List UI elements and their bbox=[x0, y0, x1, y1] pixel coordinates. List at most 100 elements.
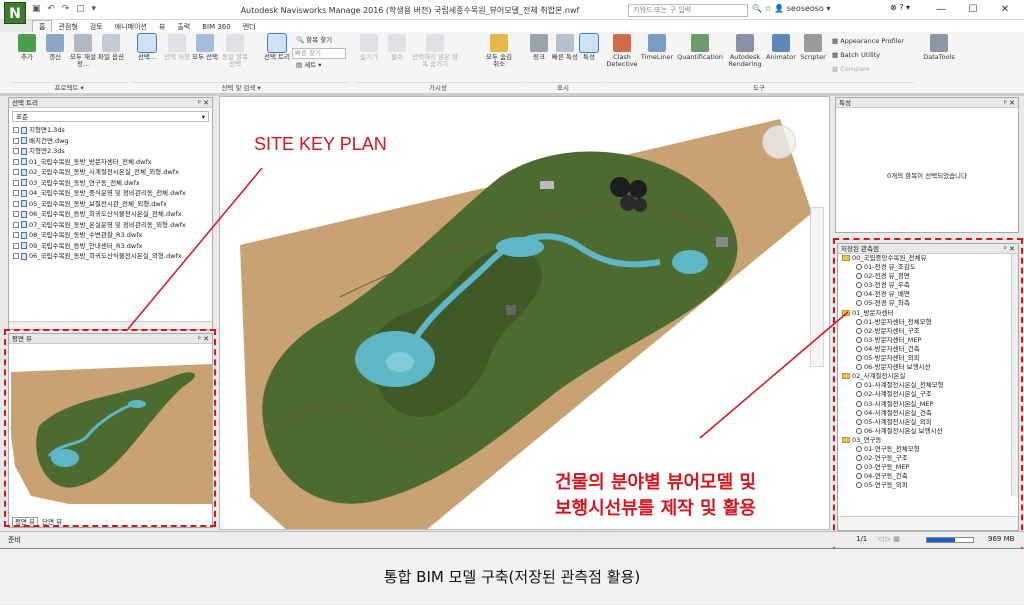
datatools-icon bbox=[930, 34, 948, 52]
tree-item[interactable]: 06_국립수목원_동방_희귀도산식물전시온실_전체.dwfx bbox=[9, 209, 212, 220]
close-icon[interactable]: ᵖ ✕ bbox=[1004, 98, 1015, 108]
quick-find-input[interactable]: 빠른 찾기 bbox=[292, 48, 346, 59]
file-icon bbox=[21, 137, 27, 144]
tree-item[interactable]: 02_국립수목원_동방_사계절전시온실_전체_외형.dwfx bbox=[9, 167, 212, 178]
rendering-icon bbox=[736, 34, 754, 52]
links-button[interactable]: 링크 bbox=[526, 34, 552, 61]
help-icon[interactable]: ? bbox=[899, 3, 903, 12]
maximize-button[interactable]: ☐ bbox=[958, 2, 988, 18]
appearance-profiler-button[interactable]: ▦ Appearance Profiler bbox=[832, 37, 904, 46]
require-button[interactable]: 필수 bbox=[384, 34, 410, 61]
tree-item[interactable]: 05_국립수목원_동방_보절전시관_전체_외형.dwfx bbox=[9, 199, 212, 210]
file-icon bbox=[21, 242, 27, 249]
scripter-button[interactable]: Scripter bbox=[798, 34, 828, 61]
search-icon[interactable]: 🔍 bbox=[752, 4, 762, 13]
tree-item[interactable]: 07_국립수목원_동방_온실운영 및 정비관리동_외형.dwfx bbox=[9, 220, 212, 231]
tree-item[interactable]: 01_국립수목원_동방_방문자센터_전체.dwfx bbox=[9, 157, 212, 168]
file-icon bbox=[21, 200, 27, 207]
autodesk-rendering-button[interactable]: Autodesk Rendering bbox=[726, 34, 764, 68]
help-area[interactable]: ⊗ ? ▾ bbox=[890, 3, 910, 12]
properties-empty-message: 0개의 항목이 선택되었습니다 bbox=[886, 172, 968, 180]
group-select-search[interactable]: 선택 및 검색 ▾ bbox=[132, 82, 350, 92]
refresh-button[interactable]: 갱신 bbox=[42, 34, 68, 61]
exchange-icon[interactable]: ⊗ bbox=[890, 3, 897, 12]
batch-utility-button[interactable]: ▦ Batch Utility bbox=[832, 51, 880, 60]
expand-icon[interactable] bbox=[13, 179, 19, 186]
compare-button[interactable]: ▦ Compare bbox=[832, 65, 870, 74]
search-input[interactable]: 키워드 또는 구 입력 bbox=[628, 4, 748, 17]
select-button[interactable]: 선택... bbox=[134, 33, 160, 61]
select-same-button[interactable]: 동일 항목 선택 bbox=[222, 34, 248, 68]
site-model-render[interactable] bbox=[220, 97, 830, 530]
timeliner-button[interactable]: TimeLiner bbox=[640, 34, 674, 61]
tree-item[interactable]: 지형면2.3ds bbox=[9, 146, 212, 157]
clash-icon bbox=[613, 34, 631, 52]
tree-item[interactable]: 06_국립수목원_동방_희귀도산식물전시온실_외형.dwfx bbox=[9, 251, 212, 262]
group-tools: 도구 bbox=[604, 82, 914, 92]
username[interactable]: seoseoso bbox=[787, 4, 824, 13]
sheet-nav-icons[interactable]: ◁ ▷ ▦ bbox=[878, 535, 900, 543]
group-visibility: 가시성 bbox=[354, 82, 522, 92]
hide-unselected-button[interactable]: 선택하지 않은 항목 숨기기 bbox=[412, 34, 458, 68]
group-project[interactable]: 프로젝트 ▾ bbox=[10, 82, 128, 92]
tree-item[interactable]: 지형면1.3ds bbox=[9, 125, 212, 136]
expand-icon[interactable] bbox=[13, 148, 19, 154]
properties-panel: 특성 ᵖ ✕ 0개의 항목이 선택되었습니다 bbox=[835, 97, 1019, 233]
save-selection-button[interactable]: 선택 저장 bbox=[164, 34, 190, 61]
horizontal-scrollbar[interactable] bbox=[9, 321, 212, 329]
group-display: 표시 bbox=[524, 82, 602, 92]
expand-icon[interactable] bbox=[13, 211, 19, 217]
animator-button[interactable]: Animator bbox=[764, 34, 798, 61]
expand-icon[interactable] bbox=[13, 127, 19, 133]
refresh-icon bbox=[46, 34, 64, 52]
tree-item[interactable]: 04_국립수목원_동방_중식운영 및 정비관리동_전체.dwfx bbox=[9, 188, 212, 199]
3d-viewport[interactable] bbox=[219, 96, 830, 530]
expand-icon[interactable] bbox=[13, 232, 19, 238]
site-key-plan-label: SITE KEY PLAN bbox=[254, 134, 387, 154]
file-icon bbox=[21, 231, 27, 239]
file-options-icon bbox=[102, 34, 120, 52]
tree-item[interactable]: 배치건면.dwg bbox=[9, 136, 212, 147]
user-area[interactable]: 🔍 ☆ 👤 seoseoso ▾ bbox=[752, 4, 830, 13]
expand-icon[interactable] bbox=[13, 242, 19, 249]
datatools-button[interactable]: DataTools bbox=[922, 34, 956, 61]
expand-icon[interactable] bbox=[13, 137, 19, 144]
quick-properties-button[interactable]: 빠른 특성 bbox=[552, 34, 578, 61]
find-items-button[interactable]: 🔍 항목 찾기 bbox=[296, 36, 332, 45]
close-icon[interactable]: ᵖ ✕ bbox=[198, 98, 209, 108]
tree-item[interactable]: 09_국립수목원_동방_안내센터_R3.dwfx bbox=[9, 241, 212, 252]
close-button[interactable]: ✕ bbox=[990, 2, 1020, 18]
clash-detective-button[interactable]: Clash Detective bbox=[606, 34, 638, 68]
reset-all-button[interactable]: 모두 재설정... bbox=[70, 34, 96, 68]
annotation-line-2: 보행시선뷰를 제작 및 활용 bbox=[555, 498, 756, 519]
viewcube[interactable] bbox=[762, 125, 796, 159]
expand-icon[interactable] bbox=[13, 169, 19, 175]
append-button[interactable]: 추가 bbox=[14, 34, 40, 61]
selection-tree-button[interactable]: 선택 트리 bbox=[264, 33, 290, 61]
properties-button[interactable]: 특성 bbox=[576, 33, 602, 61]
unhide-all-button[interactable]: 모두 숨김 취소 bbox=[482, 34, 516, 68]
animator-icon bbox=[772, 34, 790, 52]
star-icon[interactable]: ☆ bbox=[765, 4, 772, 13]
expand-icon[interactable] bbox=[13, 253, 19, 259]
select-all-button[interactable]: 모두 선택 bbox=[192, 34, 218, 61]
memory-usage: 969 MB bbox=[988, 535, 1015, 543]
expand-icon[interactable] bbox=[13, 200, 19, 207]
hide-button[interactable]: 숨기기 bbox=[356, 34, 382, 61]
quick-properties-icon bbox=[556, 34, 574, 52]
expand-icon[interactable] bbox=[13, 158, 19, 165]
quantification-button[interactable]: Quantification bbox=[676, 34, 724, 61]
minimize-button[interactable]: — bbox=[926, 2, 956, 18]
expand-icon[interactable] bbox=[13, 190, 19, 196]
navigation-bar[interactable] bbox=[810, 207, 824, 367]
expand-icon[interactable] bbox=[13, 221, 19, 228]
sets-dropdown[interactable]: ▤ 세트 ▾ bbox=[296, 61, 322, 70]
file-icon bbox=[21, 147, 27, 155]
tree-mode-dropdown[interactable]: 표준 ▾ bbox=[12, 111, 209, 122]
tree-item[interactable]: 08_국립수목원_동방_수변관찰_R3.dwfx bbox=[9, 230, 212, 241]
timeliner-icon bbox=[648, 34, 666, 52]
file-options-button[interactable]: 파일 옵션 bbox=[98, 34, 124, 61]
file-icon bbox=[21, 210, 27, 218]
plan-view-highlight bbox=[4, 329, 216, 527]
tree-item[interactable]: 03_국립수목원_동방_연구동_전체.dwfx bbox=[9, 178, 212, 189]
